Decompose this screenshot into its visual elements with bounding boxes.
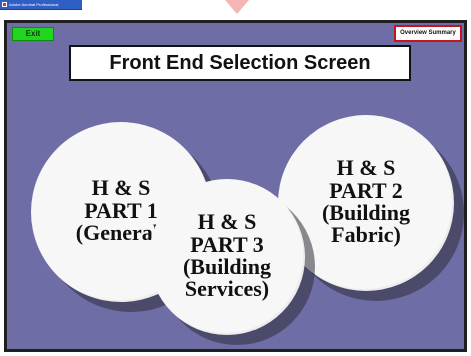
option-part-2-line-1: H & S	[336, 155, 396, 181]
overview-summary-button[interactable]: Overview Summary	[394, 25, 462, 42]
option-part-2-text: H & S PART 2 (Building Fabric)	[321, 155, 411, 248]
option-part-3-text: H & S PART 3 (Building Services)	[182, 209, 272, 302]
decorative-pink-mark	[225, 0, 249, 14]
option-part-2-line-3: (Building	[321, 200, 411, 225]
option-part-3-circle[interactable]: H & S PART 3 (Building Services)	[149, 179, 305, 335]
exit-button[interactable]: Exit	[12, 27, 54, 41]
option-part-3-line-4: Services)	[184, 276, 270, 302]
app-title-text: Adobe Acrobat Professional	[9, 2, 59, 7]
option-part-2-line-4: Fabric)	[331, 222, 401, 248]
top-strip: Adobe Acrobat Professional	[0, 0, 471, 18]
page-title: Front End Selection Screen	[69, 45, 411, 81]
app-icon	[2, 2, 7, 7]
option-part-3-line-2: PART 3	[190, 231, 264, 257]
option-part-3-line-1: H & S	[197, 209, 257, 235]
option-part-2-line-2: PART 2	[329, 177, 403, 203]
app-title-bar: Adobe Acrobat Professional	[0, 0, 82, 10]
option-part-3-line-3: (Building	[182, 254, 272, 279]
selection-slide: Exit Overview Summary Front End Selectio…	[4, 20, 467, 352]
option-part-3[interactable]: H & S PART 3 (Building Services)	[149, 179, 315, 345]
